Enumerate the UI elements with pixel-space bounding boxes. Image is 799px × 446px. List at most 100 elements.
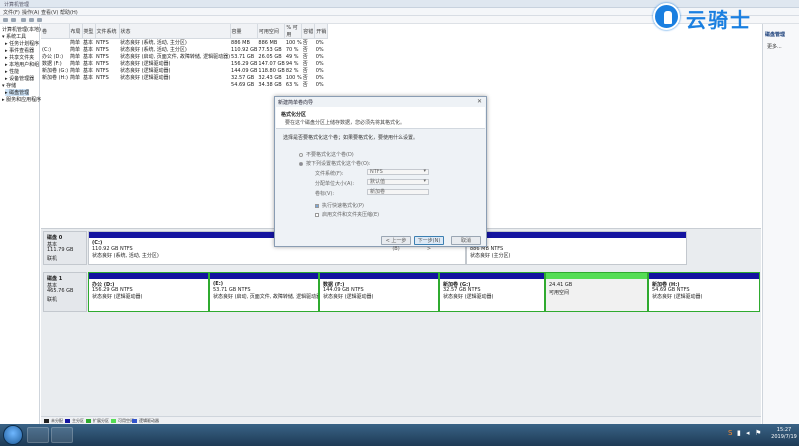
- cancel-button[interactable]: 取消: [451, 236, 481, 245]
- tree-item-disk-management[interactable]: ▸ 磁盘管理: [5, 89, 30, 96]
- legend-swatch-logical: [132, 419, 137, 423]
- volume-label-input[interactable]: 新加卷: [367, 189, 429, 195]
- tree-item-device-manager[interactable]: ▸ 设备管理器: [5, 75, 34, 82]
- wizard-description: 选择是否要格式化这个卷；如果要格式化，要使用什么设置。: [283, 135, 419, 141]
- volume-icon[interactable]: ◂: [746, 429, 750, 437]
- knight-logo-icon: [653, 3, 680, 30]
- taskbar-app-computer-management[interactable]: [51, 427, 73, 443]
- partition-bar: [320, 273, 438, 279]
- radio-format[interactable]: 按下列设置格式化这个卷(O):: [299, 160, 371, 167]
- table-row[interactable]: 新加卷 (G:) 简单 基本 NTFS 状态良好 (逻辑驱动器) 144.09 GB 118…: [41, 67, 328, 75]
- col-percent-free[interactable]: % 可用: [284, 24, 303, 39]
- partition-status: 状态良好 (逻辑驱动器): [443, 294, 494, 300]
- network-icon[interactable]: ▮: [737, 429, 741, 437]
- col-fault-tolerance[interactable]: 容错: [301, 24, 316, 39]
- forward-icon[interactable]: [11, 18, 16, 22]
- cell: 100 %: [285, 74, 302, 81]
- compression-checkbox[interactable]: 启用文件和文件夹压缩(E): [315, 211, 379, 218]
- tree-item-task-scheduler[interactable]: ▸ 任务计划程序: [5, 40, 39, 47]
- tree-item-storage[interactable]: ▾ 存储: [2, 82, 16, 89]
- disk0-status: 联机: [47, 256, 58, 262]
- tree-item-services[interactable]: ▸ 服务和应用程序: [2, 96, 41, 103]
- menu-help[interactable]: 帮助(H): [60, 9, 78, 16]
- radio-no-format[interactable]: 不要格式化这个卷(D): [299, 151, 354, 158]
- table-row[interactable]: 数据 (F:) 简单 基本 NTFS 状态良好 (逻辑驱动器) 156.29 GB 147.…: [41, 60, 328, 68]
- cell: 新加卷 (G:): [42, 68, 69, 74]
- col-volume[interactable]: 卷: [41, 24, 70, 39]
- col-capacity[interactable]: 容量: [230, 24, 258, 39]
- close-icon[interactable]: ✕: [477, 98, 482, 105]
- filesystem-select[interactable]: NTFS: [367, 169, 429, 175]
- navigation-tree: 计算机管理(本地) ▾ 系统工具 ▸ 任务计划程序 ▸ 事件查看器 ▸ 共享文件…: [0, 24, 41, 424]
- menu-file[interactable]: 文件(F): [3, 9, 20, 16]
- cell: 简单: [70, 40, 81, 46]
- taskbar-app-explorer[interactable]: [27, 427, 49, 443]
- disk0-size: 111.79 GB: [47, 247, 74, 253]
- tree-item-performance[interactable]: ▸ 性能: [5, 68, 19, 75]
- taskbar: S ▮ ◂ ⚑ 15:27 2019/7/19: [0, 424, 799, 446]
- tree-item-event-viewer[interactable]: ▸ 事件查看器: [5, 47, 34, 54]
- cell: 100 %: [285, 39, 302, 46]
- tree-item-root[interactable]: 计算机管理(本地): [2, 26, 41, 33]
- ime-icon[interactable]: S: [728, 429, 732, 437]
- actions-more-link[interactable]: 更多...: [767, 43, 782, 50]
- cell: 94 %: [285, 60, 299, 67]
- partition-status: 可用空间: [549, 290, 570, 296]
- partition-bar: [467, 232, 686, 238]
- radio-icon: [299, 152, 303, 157]
- cell: 70 %: [285, 46, 299, 53]
- volume-table-header: 卷 布局 类型 文件系统 状态 容量 可用空间 % 可用 容错 开销: [41, 24, 329, 39]
- flag-icon[interactable]: ⚑: [755, 429, 761, 437]
- up-icon[interactable]: [21, 18, 26, 22]
- taskbar-clock[interactable]: 15:27 2019/7/19: [770, 427, 798, 441]
- partition-f[interactable]: 数据 (F:) 144.09 GB NTFS 状态良好 (逻辑驱动器): [319, 272, 439, 312]
- col-type[interactable]: 类型: [82, 24, 96, 39]
- cell: [41, 39, 69, 47]
- partition-h[interactable]: 新加卷 (H:) 54.69 GB NTFS 状态良好 (逻辑驱动器): [648, 272, 760, 312]
- col-filesystem[interactable]: 文件系统: [95, 24, 120, 39]
- partition-status: 状态良好 (逻辑驱动器): [92, 294, 143, 300]
- disk1-label[interactable]: 磁盘 1 基本 465.76 GB 联机: [43, 272, 87, 312]
- properties-icon[interactable]: [29, 18, 34, 22]
- cell: NTFS: [96, 46, 109, 53]
- tree-item-system-tools[interactable]: ▾ 系统工具: [2, 33, 26, 40]
- logo-text: 云骑士: [686, 8, 752, 32]
- partition-system-reserved[interactable]: 886 MB NTFS 状态良好 (主分区): [466, 231, 687, 265]
- cell: 0%: [315, 46, 324, 53]
- cell: 基本: [83, 40, 94, 46]
- quick-format-checkbox[interactable]: 执行快速格式化(P): [315, 202, 364, 209]
- col-layout[interactable]: 布局: [69, 24, 83, 39]
- table-row[interactable]: 简单 基本 NTFS 状态良好 (系统, 活动, 主分区) 886 MB 886 MB 10…: [41, 39, 328, 47]
- table-row[interactable]: 办公 (D:) 简单 基本 NTFS 状态良好 (启动, 页面文件, 故障转储, 逻辑驱…: [41, 53, 328, 61]
- allocation-select[interactable]: 默认值: [367, 179, 429, 185]
- menu-action[interactable]: 操作(A): [22, 9, 39, 16]
- cell: 简单: [70, 54, 81, 60]
- partition-g[interactable]: 新加卷 (G:) 32.57 GB NTFS 状态良好 (逻辑驱动器): [439, 272, 545, 312]
- col-free[interactable]: 可用空间: [257, 24, 286, 39]
- col-status[interactable]: 状态: [119, 24, 231, 39]
- legend-swatch-unallocated: [44, 419, 49, 423]
- next-button[interactable]: 下一步(N) >: [414, 236, 444, 252]
- cell: 否: [302, 61, 308, 67]
- cell: 否: [302, 68, 308, 74]
- back-icon[interactable]: [3, 18, 8, 22]
- disk1-size: 465.76 GB: [47, 288, 74, 294]
- tree-item-local-users[interactable]: ▸ 本地用户和组: [5, 61, 39, 68]
- table-row[interactable]: 54.69 GB 34.38 GB 63 % 否 0%: [41, 81, 328, 89]
- volume-label-label: 卷标(V):: [315, 191, 335, 197]
- disk0-label[interactable]: 磁盘 0 基本 111.79 GB 联机: [43, 231, 87, 265]
- partition-d[interactable]: 办公 (D:) 156.29 GB NTFS 状态良好 (逻辑驱动器): [88, 272, 209, 312]
- help-icon[interactable]: [37, 18, 42, 22]
- menu-view[interactable]: 查看(V): [41, 9, 58, 16]
- actions-header: 磁盘管理: [765, 32, 786, 38]
- table-row[interactable]: 新加卷 (H:) 简单 基本 NTFS 状态良好 (逻辑驱动器) 32.57 GB 32.4…: [41, 74, 328, 82]
- partition-e[interactable]: (E:) 53.71 GB NTFS 状态良好 (启动, 页面文件, 故障转储,…: [209, 272, 319, 312]
- table-row[interactable]: (C:) 简单 基本 NTFS 状态良好 (系统, 活动, 主分区) 110.92 GB 7…: [41, 46, 328, 54]
- partition-free-space[interactable]: 24.41 GB 可用空间: [545, 272, 648, 312]
- partition-bar: [546, 273, 647, 279]
- watermark-logo: 云骑士: [650, 0, 799, 32]
- back-button[interactable]: < 上一步(B): [381, 236, 411, 252]
- tree-item-shared-folders[interactable]: ▸ 共享文件夹: [5, 54, 34, 61]
- start-button[interactable]: [3, 425, 23, 445]
- col-overhead[interactable]: 开销: [314, 24, 329, 39]
